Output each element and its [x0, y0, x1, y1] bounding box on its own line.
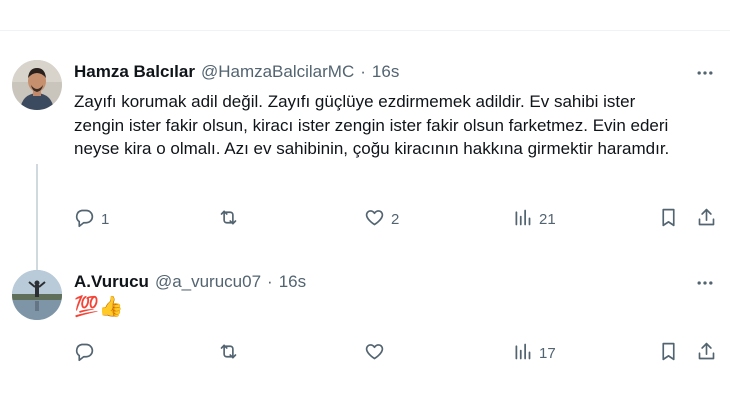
- retweet-icon: [218, 207, 239, 232]
- tweet-text: 💯👍: [74, 296, 124, 318]
- reply-button[interactable]: 1: [74, 204, 109, 234]
- bookmark-button[interactable]: [658, 338, 679, 368]
- tweet-actions: 1 2 21: [0, 204, 730, 234]
- timestamp[interactable]: 16s: [372, 62, 399, 82]
- display-name[interactable]: Hamza Balcılar: [74, 62, 195, 82]
- views-button[interactable]: 17: [512, 338, 556, 368]
- reply-count: 1: [101, 210, 110, 228]
- more-icon[interactable]: [692, 270, 718, 296]
- tweet-header: A.Vurucu @a_vurucu07 · 16s: [74, 272, 670, 292]
- share-button[interactable]: [696, 204, 717, 234]
- like-icon: [364, 207, 385, 232]
- reply-icon: [74, 207, 95, 232]
- tweet[interactable]: Hamza Balcılar @HamzaBalcilarMC · 16s Za…: [0, 48, 730, 318]
- like-count: 2: [391, 210, 400, 228]
- tweet-text: Zayıfı korumak adil değil. Zayıfı güçlüy…: [74, 92, 670, 158]
- views-button[interactable]: 21: [512, 204, 556, 234]
- divider: [0, 30, 730, 31]
- views-icon: [512, 341, 533, 366]
- avatar[interactable]: [12, 270, 62, 320]
- retweet-button[interactable]: [218, 204, 245, 234]
- like-button[interactable]: [364, 338, 391, 368]
- bookmark-icon: [658, 207, 679, 232]
- share-icon: [696, 207, 717, 232]
- tweet-header: Hamza Balcılar @HamzaBalcilarMC · 16s: [74, 62, 670, 82]
- views-count: 21: [539, 210, 556, 228]
- user-handle[interactable]: @HamzaBalcilarMC: [201, 62, 354, 82]
- retweet-icon: [218, 341, 239, 366]
- tweet[interactable]: A.Vurucu @a_vurucu07 · 16s 💯👍 17: [0, 258, 730, 420]
- user-handle[interactable]: @a_vurucu07: [155, 272, 261, 292]
- like-button[interactable]: 2: [364, 204, 399, 234]
- timestamp[interactable]: 16s: [279, 272, 306, 292]
- more-icon[interactable]: [692, 60, 718, 86]
- tweet-thread: Hamza Balcılar @HamzaBalcilarMC · 16s Za…: [0, 0, 730, 420]
- views-count: 17: [539, 344, 556, 362]
- retweet-button[interactable]: [218, 338, 245, 368]
- like-icon: [364, 341, 385, 366]
- avatar[interactable]: [12, 60, 62, 110]
- bookmark-button[interactable]: [658, 204, 679, 234]
- separator-dot: ·: [360, 62, 366, 81]
- views-icon: [512, 207, 533, 232]
- reply-button[interactable]: [74, 338, 101, 368]
- tweet-actions: 17: [0, 338, 730, 368]
- share-icon: [696, 341, 717, 366]
- separator-dot: ·: [267, 272, 273, 291]
- share-button[interactable]: [696, 338, 717, 368]
- display-name[interactable]: A.Vurucu: [74, 272, 149, 292]
- reply-icon: [74, 341, 95, 366]
- bookmark-icon: [658, 341, 679, 366]
